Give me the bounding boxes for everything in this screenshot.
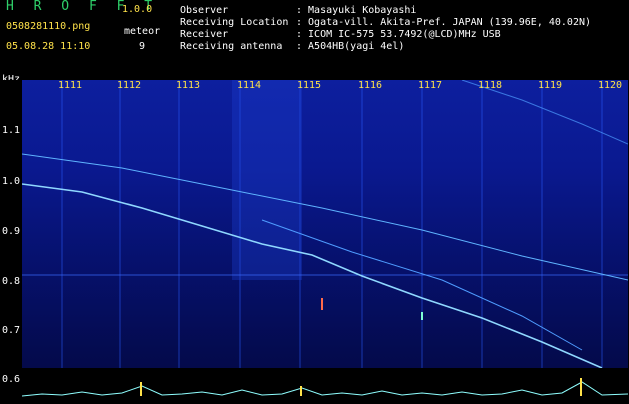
time-tick-1118: 1118 [478,80,503,91]
time-tick-1113: 1113 [176,80,201,91]
receiver-value: : ICOM IC-575 53.7492(@LCD)MHz USB [296,29,501,40]
info-header: H R O F F T 1.0.0 0508281110.png meteor … [0,0,629,85]
y-tick-0-9: 0.9 [2,226,21,237]
y-tick-0-7: 0.7 [2,325,21,336]
y-tick-0-6: 0.6 [2,374,21,385]
location-label: Receiving Location [180,17,289,28]
y-axis: 1.1 1.0 0.9 0.8 0.7 0.6 [0,80,22,400]
y-tick-1-1: 1.1 [2,125,21,136]
time-tick-1116: 1116 [358,80,383,91]
location-value: : Ogata-vill. Akita-Pref. JAPAN (139.96E… [296,17,592,28]
datetime-label: 05.08.28 11:10 [6,41,91,52]
antenna-value: : A504HB(yagi 4el) [296,41,405,52]
meteor-count: 9 [139,41,146,52]
observer-value: : Masayuki Kobayashi [296,5,417,16]
y-tick-0-8: 0.8 [2,276,21,287]
spectrogram [22,80,628,368]
signal-strength-strip [21,368,629,400]
time-tick-1119: 1119 [538,80,563,91]
time-tick-1112: 1112 [117,80,142,91]
time-tick-1117: 1117 [418,80,443,91]
receiver-label: Receiver [180,29,229,40]
y-tick-1-0: 1.0 [2,176,21,187]
observer-label: Observer [180,5,229,16]
signal-strength-graph [21,378,629,397]
version-label: 1.0.0 [122,4,153,15]
time-tick-1114: 1114 [237,80,262,91]
time-tick-1111: 1111 [58,80,83,91]
spectrogram-signals [22,80,628,368]
antenna-label: Receiving antenna [180,41,283,52]
time-tick-1120: 1120 [598,80,623,91]
filename-label: 0508281110.png [6,21,91,32]
meteor-label: meteor [124,26,161,37]
time-tick-1115: 1115 [297,80,322,91]
